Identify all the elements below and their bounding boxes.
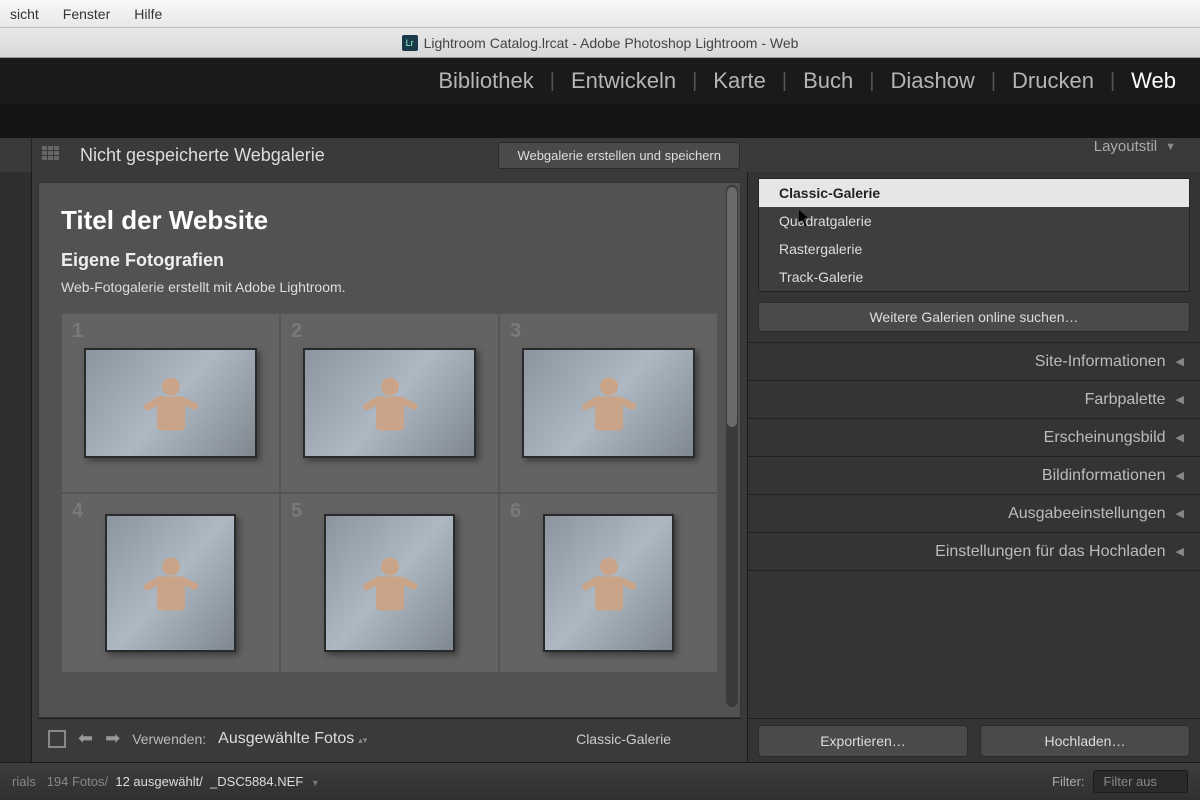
chevron-left-icon: ◀ [1176, 507, 1184, 520]
grid-icon[interactable] [42, 146, 66, 164]
export-button[interactable]: Exportieren… [758, 725, 968, 757]
mac-menubar: sicht Fenster Hilfe [0, 0, 1200, 28]
photo-thumbnail[interactable] [324, 514, 454, 653]
gallery-state-title: Nicht gespeicherte Webgalerie [80, 145, 325, 166]
module-picker: Bibliothek| Entwickeln| Karte| Buch| Dia… [0, 58, 1200, 104]
menu-item[interactable]: sicht [10, 6, 39, 22]
section-farbpalette[interactable]: Farbpalette◀ [748, 380, 1200, 418]
section-ausgabeeinstellungen[interactable]: Ausgabeeinstellungen◀ [748, 494, 1200, 532]
chevron-left-icon: ◀ [1176, 469, 1184, 482]
status-bar: rials 194 Fotos/ 12 ausgewählt/ _DSC5884… [0, 762, 1200, 800]
section-hochladen-einstellungen[interactable]: Einstellungen für das Hochladen◀ [748, 532, 1200, 570]
photo-thumbnail[interactable] [84, 348, 258, 458]
chevron-down-icon: ▼ [311, 778, 320, 788]
forward-arrow-icon[interactable]: ➡ [105, 728, 120, 749]
module-entwickeln[interactable]: Entwickeln [567, 68, 680, 94]
collection-title[interactable]: Eigene Fotografien [61, 250, 718, 271]
section-bildinformationen[interactable]: Bildinformationen◀ [748, 456, 1200, 494]
collection-subtitle: Web-Fotogalerie erstellt mit Adobe Light… [61, 279, 718, 295]
gallery-cell[interactable]: 6 [499, 493, 718, 673]
stop-icon[interactable] [48, 730, 66, 748]
web-preview: Titel der Website Eigene Fotografien Web… [38, 182, 741, 718]
filter-dropdown[interactable]: Filter aus [1093, 770, 1188, 793]
current-style-label: Classic-Galerie [576, 731, 671, 747]
photo-thumbnail[interactable] [105, 514, 235, 653]
app-icon: Lr [402, 35, 418, 51]
panel-header-layoutstil[interactable]: Layoutstil ▼ [1094, 138, 1176, 155]
chevron-left-icon: ◀ [1176, 545, 1184, 558]
use-selector[interactable]: Ausgewählte Fotos▴▾ [218, 730, 367, 748]
gallery-cell[interactable]: 2 [280, 313, 499, 493]
photo-thumbnail[interactable] [522, 348, 696, 458]
style-classic-galerie[interactable]: Classic-Galerie [759, 179, 1189, 207]
chevron-left-icon: ◀ [1176, 393, 1184, 406]
module-karte[interactable]: Karte [709, 68, 770, 94]
updown-icon: ▴▾ [358, 735, 367, 745]
find-more-galleries-button[interactable]: Weitere Galerien online suchen… [758, 302, 1190, 332]
menu-item[interactable]: Fenster [63, 6, 110, 22]
gallery-cell[interactable]: 4 [61, 493, 280, 673]
create-gallery-button[interactable]: Webgalerie erstellen und speichern [498, 142, 740, 169]
section-erscheinungsbild[interactable]: Erscheinungsbild◀ [748, 418, 1200, 456]
module-web[interactable]: Web [1127, 68, 1180, 94]
window-title: Lightroom Catalog.lrcat - Adobe Photosho… [424, 35, 799, 51]
menu-item[interactable]: Hilfe [134, 6, 162, 22]
window-titlebar: Lr Lightroom Catalog.lrcat - Adobe Photo… [0, 28, 1200, 58]
gallery-cell[interactable]: 5 [280, 493, 499, 673]
preview-scrollbar[interactable] [726, 185, 738, 707]
module-bibliothek[interactable]: Bibliothek [434, 68, 537, 94]
back-arrow-icon[interactable]: ⬅ [78, 728, 93, 749]
photo-thumbnail[interactable] [543, 514, 673, 653]
breadcrumb[interactable]: rials 194 Fotos/ 12 ausgewählt/ _DSC5884… [12, 774, 324, 789]
gallery-cell[interactable]: 1 [61, 313, 280, 493]
section-site-informationen[interactable]: Site-Informationen◀ [748, 342, 1200, 380]
gallery-cell[interactable]: 3 [499, 313, 718, 493]
module-drucken[interactable]: Drucken [1008, 68, 1098, 94]
filter-label: Filter: [1052, 774, 1085, 789]
photo-thumbnail[interactable] [303, 348, 477, 458]
chevron-left-icon: ◀ [1176, 431, 1184, 444]
style-track-galerie[interactable]: Track-Galerie [759, 263, 1189, 291]
style-rastergalerie[interactable]: Rastergalerie [759, 235, 1189, 263]
chevron-down-icon: ▼ [1165, 141, 1176, 153]
preview-toolbar: ⬅ ➡ Verwenden: Ausgewählte Fotos▴▾ Class… [38, 718, 741, 758]
right-panel: Classic-Galerie Quadratgalerie Rastergal… [748, 172, 1200, 762]
use-label: Verwenden: [132, 731, 206, 747]
module-diashow[interactable]: Diashow [886, 68, 978, 94]
web-toolbar: Nicht gespeicherte Webgalerie Webgalerie… [0, 138, 1200, 172]
layout-style-list: Classic-Galerie Quadratgalerie Rastergal… [758, 178, 1190, 292]
chevron-left-icon: ◀ [1176, 355, 1184, 368]
module-buch[interactable]: Buch [799, 68, 857, 94]
site-title[interactable]: Titel der Website [61, 205, 718, 236]
style-quadratgalerie[interactable]: Quadratgalerie [759, 207, 1189, 235]
left-panel-collapsed[interactable] [0, 172, 32, 762]
upload-button[interactable]: Hochladen… [980, 725, 1190, 757]
